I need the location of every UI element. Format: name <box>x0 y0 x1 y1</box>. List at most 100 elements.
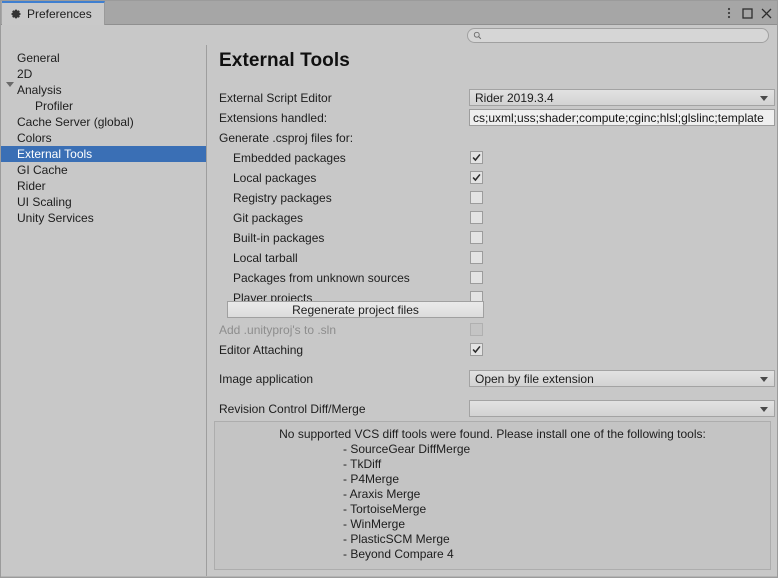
gear-icon <box>10 8 22 20</box>
sidebar-item-label: GI Cache <box>17 163 68 177</box>
disclosure-triangle-icon[interactable] <box>6 82 14 87</box>
bottom-divider <box>1 576 777 577</box>
label-add-unityproj: Add .unityproj's to .sln <box>219 321 336 339</box>
sidebar-item-label: 2D <box>17 67 32 81</box>
csproj-option-checkbox[interactable] <box>470 191 483 204</box>
row-editor-attaching: Editor Attaching <box>208 341 777 359</box>
row-external-script-editor: External Script Editor Rider 2019.3.4 <box>208 89 777 107</box>
tab-preferences[interactable]: Preferences <box>2 1 105 25</box>
sidebar-item-analysis[interactable]: Analysis <box>1 82 206 98</box>
sidebar-item-profiler[interactable]: Profiler <box>1 98 206 114</box>
vcs-tool-item: - PlasticSCM Merge <box>215 532 770 547</box>
row-csproj-option: Packages from unknown sources <box>208 269 777 287</box>
chevron-down-icon <box>760 407 768 412</box>
vcs-info-heading: No supported VCS diff tools were found. … <box>215 427 770 442</box>
sidebar-item-label: UI Scaling <box>17 195 72 209</box>
chevron-down-icon <box>760 96 768 101</box>
label-csproj-option: Local packages <box>233 169 316 187</box>
search-input[interactable] <box>485 30 755 42</box>
vcs-tool-item: - WinMerge <box>215 517 770 532</box>
search-bar-row <box>1 25 778 45</box>
vcs-tool-item: - P4Merge <box>215 472 770 487</box>
close-icon[interactable] <box>758 3 775 23</box>
external-script-editor-dropdown[interactable]: Rider 2019.3.4 <box>469 89 775 106</box>
vcs-info-box: No supported VCS diff tools were found. … <box>214 421 771 570</box>
csproj-option-checkbox[interactable] <box>470 211 483 224</box>
label-csproj-option: Packages from unknown sources <box>233 269 410 287</box>
row-csproj-option: Built-in packages <box>208 229 777 247</box>
sidebar-item-gi-cache[interactable]: GI Cache <box>1 162 206 178</box>
sidebar-item-label: Profiler <box>35 99 73 113</box>
sidebar-item-label: Unity Services <box>17 211 94 225</box>
vcs-tools-list: - SourceGear DiffMerge- TkDiff- P4Merge-… <box>215 442 770 562</box>
sidebar-item-label: Colors <box>17 131 52 145</box>
revision-control-dropdown[interactable] <box>469 400 775 417</box>
label-csproj-option: Local tarball <box>233 249 298 267</box>
sidebar-item-2d[interactable]: 2D <box>1 66 206 82</box>
label-image-application: Image application <box>219 370 313 388</box>
sidebar-item-label: Cache Server (global) <box>17 115 134 129</box>
row-csproj-option: Embedded packages <box>208 149 777 167</box>
label-external-script-editor: External Script Editor <box>219 89 332 107</box>
page-title: External Tools <box>219 50 350 72</box>
window-tab-bar: Preferences <box>1 1 778 25</box>
label-csproj-group: Generate .csproj files for: <box>219 129 353 147</box>
csproj-option-checkbox[interactable] <box>470 171 483 184</box>
add-unityproj-checkbox <box>470 323 483 336</box>
sidebar-item-unity-services[interactable]: Unity Services <box>1 210 206 226</box>
row-extensions-handled: Extensions handled: cs;uxml;uss;shader;c… <box>208 109 777 127</box>
search-field[interactable] <box>467 28 769 43</box>
sidebar-item-label: General <box>17 51 60 65</box>
label-revision-control: Revision Control Diff/Merge <box>219 400 366 418</box>
sidebar-item-label: Rider <box>17 179 46 193</box>
csproj-option-checkbox[interactable] <box>470 251 483 264</box>
row-regenerate: Regenerate project files <box>208 301 777 319</box>
row-image-application: Image application Open by file extension <box>208 370 777 388</box>
regenerate-project-files-button[interactable]: Regenerate project files <box>227 301 484 318</box>
window-controls <box>720 1 775 25</box>
sidebar-item-cache-server-global[interactable]: Cache Server (global) <box>1 114 206 130</box>
external-script-editor-value: Rider 2019.3.4 <box>475 91 554 105</box>
row-csproj-option: Local tarball <box>208 249 777 267</box>
label-editor-attaching: Editor Attaching <box>219 341 303 359</box>
label-csproj-option: Built-in packages <box>233 229 324 247</box>
sidebar-item-rider[interactable]: Rider <box>1 178 206 194</box>
label-csproj-option: Embedded packages <box>233 149 346 167</box>
csproj-option-checkbox[interactable] <box>470 271 483 284</box>
sidebar-item-label: External Tools <box>17 147 92 161</box>
preferences-sidebar: General 2D Analysis Profiler Cache Server (g… <box>1 45 207 577</box>
vcs-tool-item: - SourceGear DiffMerge <box>215 442 770 457</box>
sidebar-item-ui-scaling[interactable]: UI Scaling <box>1 194 206 210</box>
row-revision-control: Revision Control Diff/Merge <box>208 400 777 418</box>
kebab-menu-icon[interactable] <box>720 3 737 23</box>
editor-attaching-checkbox[interactable] <box>470 343 483 356</box>
row-csproj-option: Git packages <box>208 209 777 227</box>
vcs-tool-item: - TkDiff <box>215 457 770 472</box>
csproj-option-checkbox[interactable] <box>470 151 483 164</box>
sidebar-item-label: Analysis <box>17 83 62 97</box>
preferences-window: Preferences <box>0 0 778 578</box>
sidebar-item-colors[interactable]: Colors <box>1 130 206 146</box>
label-extensions-handled: Extensions handled: <box>219 109 327 127</box>
vcs-tool-item: - Araxis Merge <box>215 487 770 502</box>
row-add-unityproj: Add .unityproj's to .sln <box>208 321 777 339</box>
extensions-handled-value: cs;uxml;uss;shader;compute;cginc;hlsl;gl… <box>473 111 764 125</box>
vcs-tool-item: - TortoiseMerge <box>215 502 770 517</box>
maximize-icon[interactable] <box>739 3 756 23</box>
image-application-dropdown[interactable]: Open by file extension <box>469 370 775 387</box>
tab-label: Preferences <box>27 7 92 21</box>
search-icon <box>473 31 482 40</box>
window-body: General 2D Analysis Profiler Cache Server (g… <box>1 45 777 577</box>
vcs-tool-item: - Beyond Compare 4 <box>215 547 770 562</box>
csproj-option-checkbox[interactable] <box>470 231 483 244</box>
image-application-value: Open by file extension <box>475 372 594 386</box>
external-tools-panel: External Tools External Script Editor Ri… <box>208 45 777 577</box>
extensions-handled-input[interactable]: cs;uxml;uss;shader;compute;cginc;hlsl;gl… <box>469 109 775 126</box>
label-csproj-option: Git packages <box>233 209 303 227</box>
sidebar-item-external-tools[interactable]: External Tools <box>1 146 206 162</box>
label-csproj-option: Registry packages <box>233 189 332 207</box>
row-csproj-option: Local packages <box>208 169 777 187</box>
sidebar-item-general[interactable]: General <box>1 50 206 66</box>
row-csproj-option: Registry packages <box>208 189 777 207</box>
row-csproj-group: Generate .csproj files for: <box>208 129 777 147</box>
